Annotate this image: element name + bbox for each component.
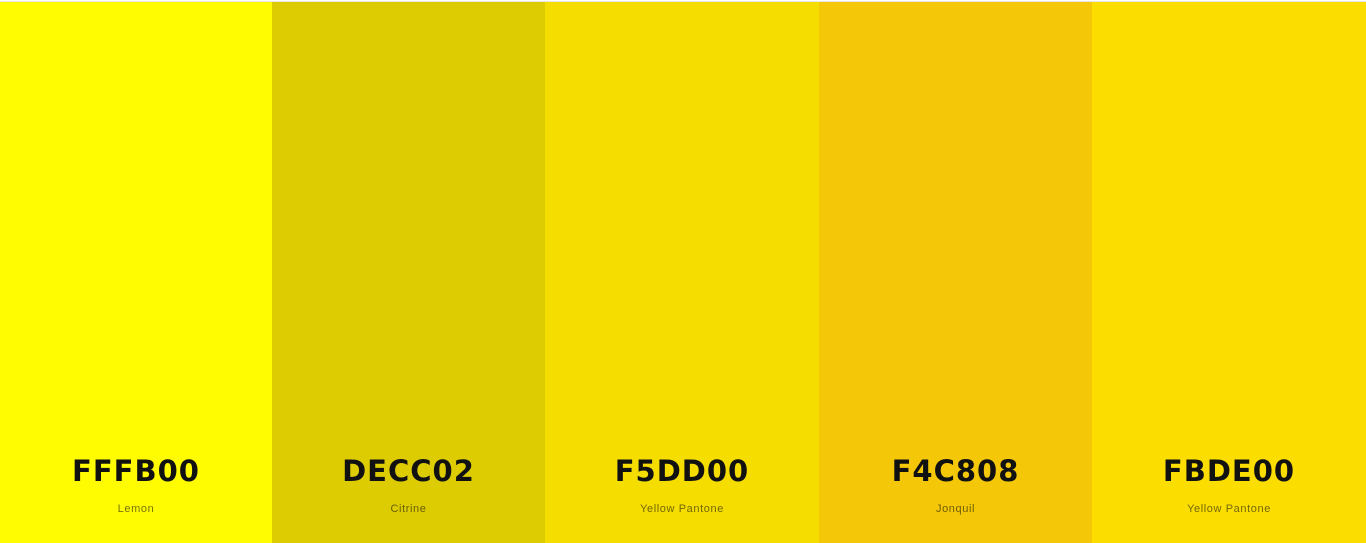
hex-code[interactable]: F5DD00 [545,454,819,488]
swatch-info: F5DD00 Yellow Pantone [545,454,819,516]
color-swatch-lemon[interactable]: FFFB00 Lemon [0,2,272,543]
color-swatch-jonquil[interactable]: F4C808 Jonquil [819,2,1092,543]
color-swatch-citrine[interactable]: DECC02 Citrine [272,2,545,543]
color-swatch-yellow-pantone[interactable]: F5DD00 Yellow Pantone [545,2,819,543]
color-name: Lemon [117,503,155,515]
color-name: Jonquil [935,503,976,515]
color-swatch-yellow-pantone-2[interactable]: FBDE00 Yellow Pantone [1092,2,1366,543]
swatch-info: FFFB00 Lemon [0,454,272,516]
hex-code[interactable]: FBDE00 [1092,454,1366,488]
color-palette: FFFB00 Lemon DECC02 Citrine F5DD00 Yello… [0,1,1366,543]
hex-code[interactable]: DECC02 [272,454,545,488]
hex-code[interactable]: FFFB00 [0,454,272,488]
swatch-info: F4C808 Jonquil [819,454,1092,516]
swatch-info: DECC02 Citrine [272,454,545,516]
color-name: Yellow Pantone [640,503,724,515]
swatch-info: FBDE00 Yellow Pantone [1092,454,1366,516]
color-name: Citrine [390,503,427,515]
hex-code[interactable]: F4C808 [819,454,1092,488]
color-name: Yellow Pantone [1187,503,1271,515]
